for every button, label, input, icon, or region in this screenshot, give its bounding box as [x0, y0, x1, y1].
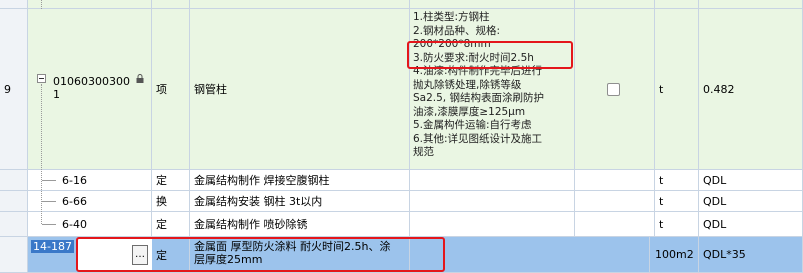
- selected-name[interactable]: 金属面 厚型防火涂料 耐火时间2.5h、涂 层厚度25mm: [190, 237, 410, 273]
- sub-unit: t: [655, 212, 699, 237]
- selected-qty[interactable]: QDL*35: [699, 237, 803, 273]
- description-line: 油漆,漆膜厚度≥125μm: [413, 105, 526, 118]
- description-line: 1.柱类型:方钢柱: [413, 11, 490, 23]
- selected-unit: 100m2: [650, 237, 699, 273]
- sub-type: 定: [152, 212, 190, 237]
- sub-qty[interactable]: QDL: [699, 191, 803, 212]
- sub-unit: t: [655, 170, 699, 191]
- browse-button[interactable]: …: [132, 245, 148, 265]
- description-line: 4.油漆:构件制作完毕后进行: [413, 65, 543, 77]
- sub-name[interactable]: 金属结构制作 焊接空腹钢柱: [190, 170, 410, 191]
- table-row-sub[interactable]: 6-40 定 金属结构制作 喷砂除锈 t QDL: [0, 212, 803, 237]
- item-name[interactable]: 钢管柱: [190, 9, 410, 170]
- description-line: 200*200*8mm: [413, 38, 491, 50]
- lock-icon: [136, 74, 144, 83]
- item-description[interactable]: 1.柱类型:方钢柱 2.钢材品种、规格: 200*200*8mm 3.防火要求:耐火时…: [410, 9, 575, 170]
- description-line: 3.防火要求:耐火时间2.5h: [413, 51, 534, 64]
- description-line: 抛丸除锈处理,除锈等级: [413, 78, 522, 91]
- description-line: 5.金属构件运输:自行考虑: [413, 119, 532, 131]
- description-line: 2.钢材品种、规格:: [413, 24, 501, 37]
- table-row-top[interactable]: [0, 0, 803, 9]
- desc-cell[interactable]: [410, 0, 575, 9]
- type-cell: [152, 0, 190, 9]
- item-code: 01060300300 1: [53, 75, 130, 101]
- quota-grid: 9 01060300300 1 项 钢管柱 1.柱类型:方钢柱 2.钢材品种、规格…: [0, 0, 803, 273]
- description-line: 6.其他:详见图纸设计及施工: [413, 132, 543, 145]
- code-cell[interactable]: 01060300300 1: [28, 9, 152, 170]
- table-row-main[interactable]: 9 01060300300 1 项 钢管柱 1.柱类型:方钢柱 2.钢材品种、规格…: [0, 9, 803, 170]
- name-cell[interactable]: [190, 0, 410, 9]
- description-line: Sa2.5, 钢结构表面涂刷防护: [413, 92, 544, 104]
- sub-type: 换: [152, 191, 190, 212]
- unit-cell: t: [655, 9, 699, 170]
- type-cell: 项: [152, 9, 190, 170]
- select-checkbox[interactable]: [607, 83, 620, 96]
- row-number: 9: [0, 9, 28, 170]
- selected-type: 定: [152, 237, 190, 273]
- sub-name[interactable]: 金属结构安装 钢柱 3t以内: [190, 191, 410, 212]
- description-line: 规范: [413, 146, 434, 158]
- sub-qty[interactable]: QDL: [699, 170, 803, 191]
- qty-cell[interactable]: 0.482: [699, 9, 803, 170]
- code-cell[interactable]: [28, 0, 152, 9]
- collapse-icon[interactable]: [37, 74, 46, 83]
- sub-qty[interactable]: QDL: [699, 212, 803, 237]
- check-cell: [575, 0, 655, 9]
- qty-cell[interactable]: [699, 0, 803, 9]
- sub-type: 定: [152, 170, 190, 191]
- row-number-cell: [0, 0, 28, 9]
- sub-unit: t: [655, 191, 699, 212]
- unit-cell: [655, 0, 699, 9]
- selected-code: 14-187: [31, 240, 74, 253]
- table-row-sub[interactable]: 6-66 换 金属结构安装 钢柱 3t以内 t QDL: [0, 191, 803, 212]
- sub-name[interactable]: 金属结构制作 喷砂除锈: [190, 212, 410, 237]
- table-row-sub[interactable]: 6-16 定 金属结构制作 焊接空腹钢柱 t QDL: [0, 170, 803, 191]
